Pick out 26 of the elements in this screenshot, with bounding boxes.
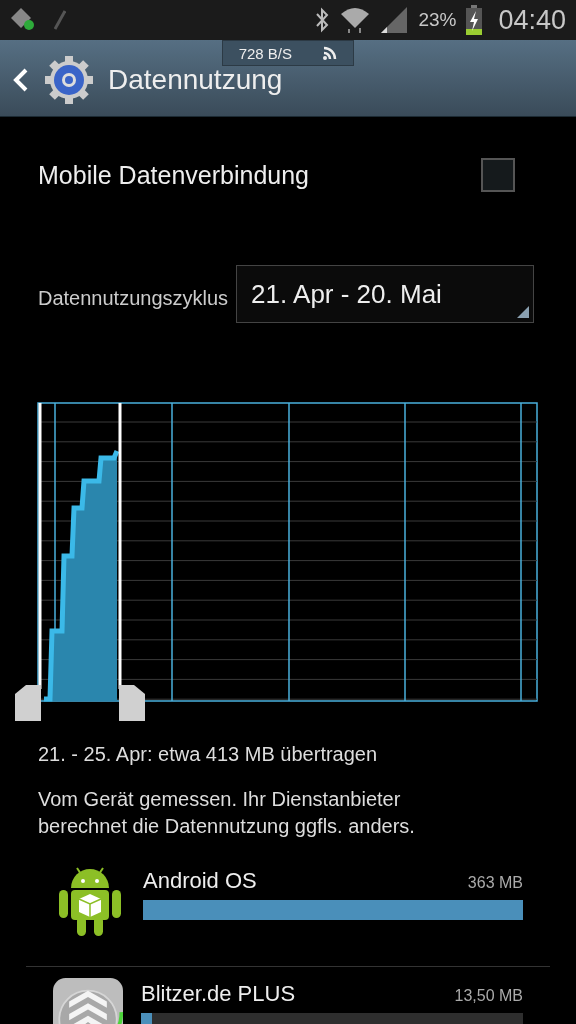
clock-time: 04:40 [498,4,566,36]
signal-icon [380,6,409,34]
mobile-data-checkbox[interactable] [481,158,515,192]
screen-title: Datennutzung [108,64,283,96]
dropdown-corner-icon [517,306,529,318]
battery-percent: 23% [418,9,457,31]
cycle-label: Datennutzungszyklus [38,286,229,310]
usage-summary: 21. - 25. Apr: etwa 413 MB übertragen [38,743,379,766]
slash-icon [54,10,66,30]
cycle-dropdown[interactable]: 21. Apr - 20. Mai [236,265,534,323]
range-end-handle[interactable] [119,685,145,721]
range-start-handle[interactable] [15,685,41,721]
battery-charging-icon [466,5,483,35]
mobile-data-label: Mobile Datenverbindung [38,160,309,190]
back-icon[interactable] [12,68,30,92]
app-name: Android OS [143,868,257,894]
settings-icon [44,55,94,105]
app-notification-icon [10,7,36,33]
chevron-app-icon [53,975,123,1024]
app-name: Blitzer.de PLUS [141,981,296,1007]
data-amount: 363 MB [467,874,523,892]
bluetooth-icon [314,7,331,33]
measurement-note: Vom Gerät gemessen. Ihr Dienstanbieter berechnet die Datennutzung ggfls. anders. [38,787,416,839]
data-amount: 13,50 MB [454,987,523,1005]
network-speed-badge: 728 B/S [222,40,354,66]
wifi-icon [340,6,371,34]
